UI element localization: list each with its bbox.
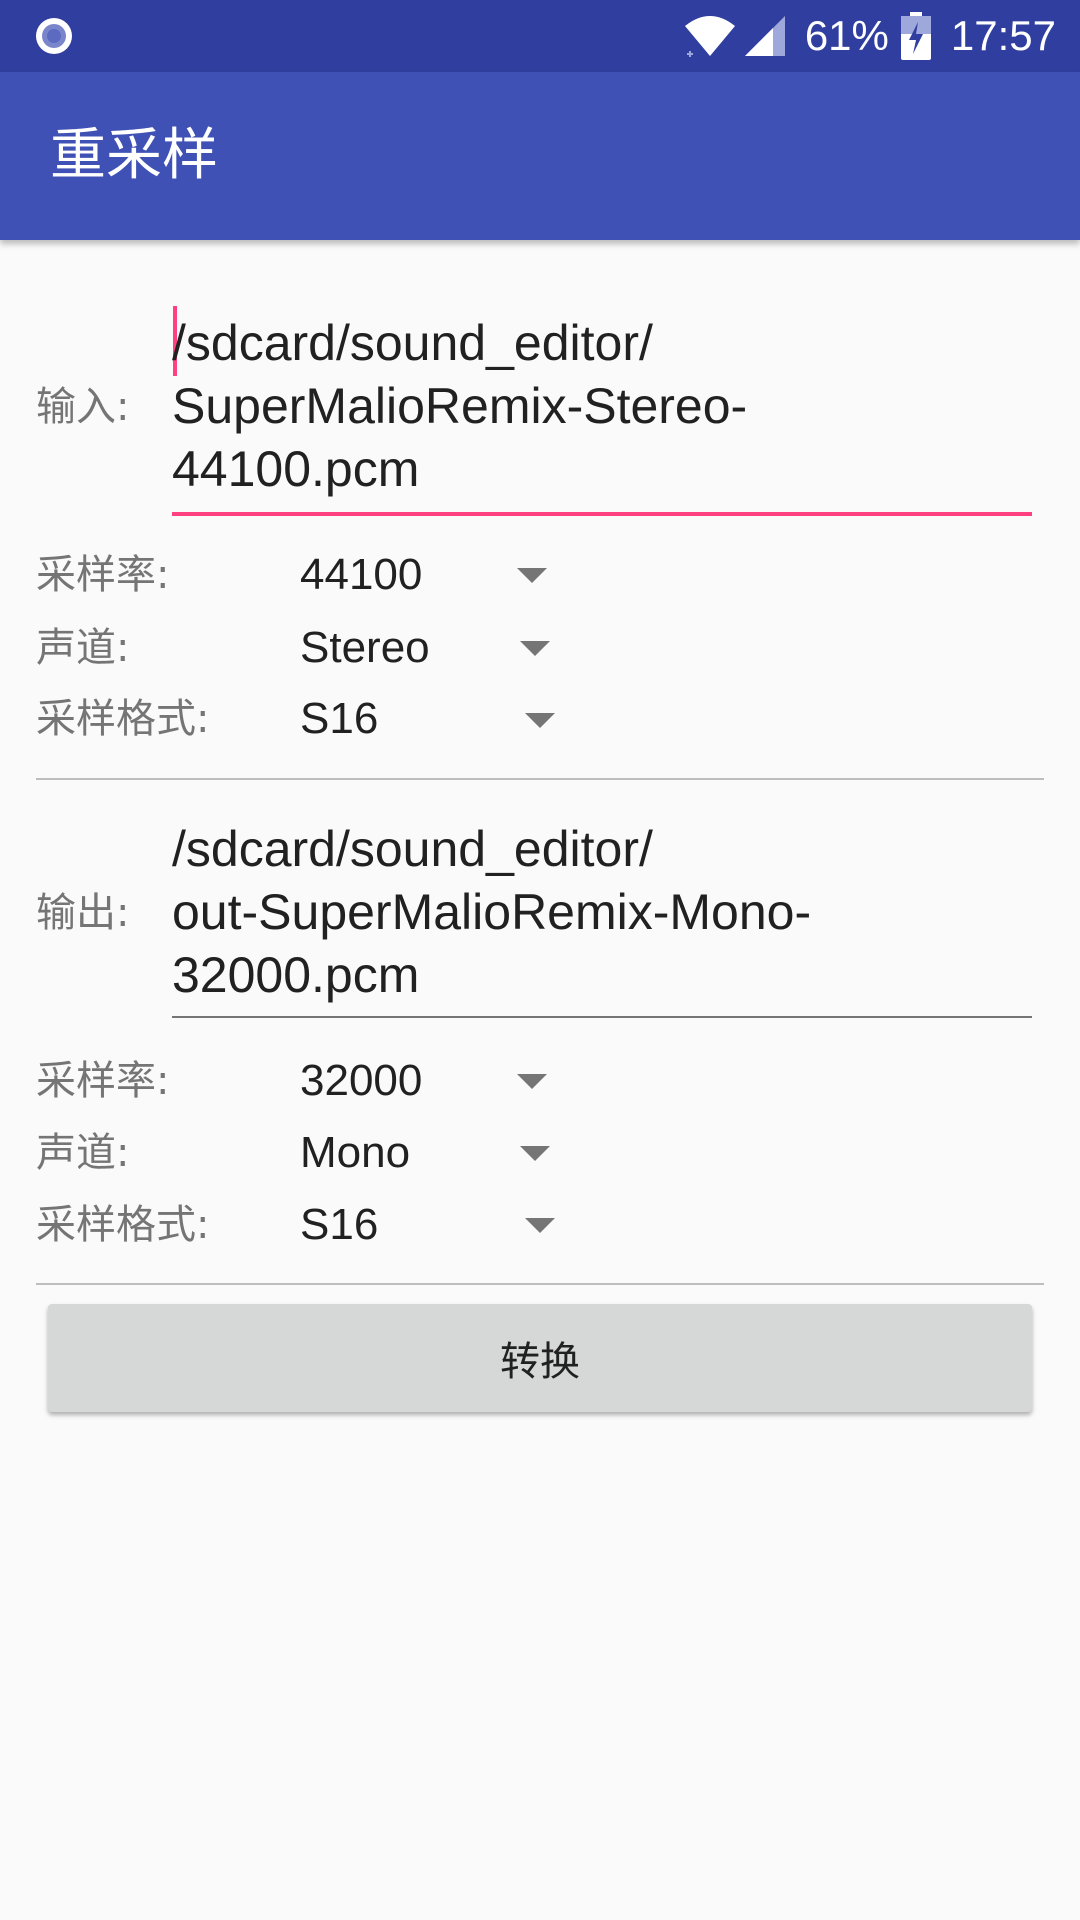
status-bar: 61% 17:57 bbox=[0, 0, 1080, 72]
output-path-field[interactable]: /sdcard/sound_editor/ out-SuperMalioRemi… bbox=[172, 818, 1032, 1007]
input-format-label: 采样格式: bbox=[36, 696, 210, 742]
chevron-down-icon[interactable] bbox=[525, 713, 555, 728]
input-path-line-1: /sdcard/sound_editor/ bbox=[172, 315, 653, 371]
app-bar: 重采样 bbox=[0, 72, 1080, 240]
input-field-underline bbox=[172, 512, 1032, 516]
output-channel-spinner[interactable]: Mono bbox=[300, 1125, 410, 1181]
chevron-down-icon[interactable] bbox=[520, 1146, 550, 1161]
app-notification-icon bbox=[36, 18, 72, 54]
output-path-line-2: out-SuperMalioRemix-Mono- bbox=[172, 884, 812, 940]
output-path-line-1: /sdcard/sound_editor/ bbox=[172, 821, 653, 877]
battery-charging-icon bbox=[900, 12, 931, 60]
input-channel-spinner[interactable]: Stereo bbox=[300, 620, 430, 676]
input-path-line-2: SuperMalioRemix-Stereo- bbox=[172, 378, 748, 434]
chevron-down-icon[interactable] bbox=[517, 568, 547, 583]
output-channel-label: 声道: bbox=[36, 1130, 130, 1176]
input-format-spinner[interactable]: S16 bbox=[300, 691, 378, 747]
input-path-field[interactable]: /sdcard/sound_editor/ SuperMalioRemix-St… bbox=[172, 312, 1032, 501]
output-format-spinner[interactable]: S16 bbox=[300, 1197, 378, 1253]
input-path-line-3: 44100.pcm bbox=[172, 441, 420, 497]
output-sample-rate-spinner[interactable]: 32000 bbox=[300, 1053, 422, 1109]
page-title: 重采样 bbox=[50, 123, 218, 188]
output-field-underline bbox=[172, 1016, 1032, 1018]
wifi-icon bbox=[684, 16, 735, 57]
battery-percent: 61% bbox=[804, 12, 889, 59]
section-divider bbox=[36, 778, 1044, 780]
input-label: 输入: bbox=[36, 384, 130, 430]
convert-button[interactable]: 转换 bbox=[48, 1304, 1032, 1412]
input-channel-label: 声道: bbox=[36, 625, 130, 671]
output-path-line-3: 32000.pcm bbox=[172, 947, 420, 1003]
input-sample-rate-label: 采样率: bbox=[36, 552, 170, 598]
chevron-down-icon[interactable] bbox=[517, 1074, 547, 1089]
section-divider bbox=[36, 1283, 1044, 1285]
output-label: 输出: bbox=[36, 890, 130, 936]
input-sample-rate-spinner[interactable]: 44100 bbox=[300, 547, 422, 603]
status-right-group: 61% 17:57 bbox=[683, 0, 1056, 72]
clock: 17:57 bbox=[950, 12, 1056, 59]
chevron-down-icon[interactable] bbox=[525, 1218, 555, 1233]
output-sample-rate-label: 采样率: bbox=[36, 1058, 170, 1104]
chevron-down-icon[interactable] bbox=[520, 641, 550, 656]
signal-icon bbox=[744, 16, 785, 56]
output-format-label: 采样格式: bbox=[36, 1202, 210, 1248]
resample-screen: 61% 17:57 重采样 输入: /sdcard/sound_editor/ … bbox=[0, 0, 1080, 1920]
